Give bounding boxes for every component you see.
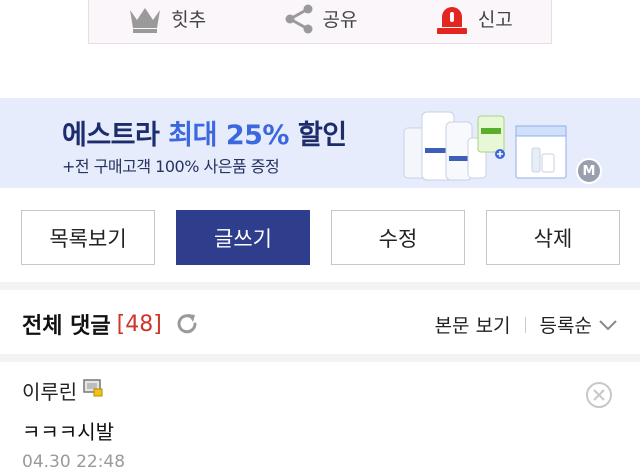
section-divider bbox=[0, 282, 640, 290]
comments-header: 전체 댓글 [48] 본문 보기 등록순 bbox=[0, 290, 640, 354]
list-button[interactable]: 목록보기 bbox=[21, 210, 155, 265]
brand-badge: M bbox=[576, 158, 602, 184]
close-circle-icon[interactable] bbox=[585, 381, 613, 413]
delete-button[interactable]: 삭제 bbox=[486, 210, 620, 265]
recommend-label: 힛추 bbox=[171, 9, 207, 31]
section-divider bbox=[0, 354, 640, 362]
refresh-icon[interactable] bbox=[174, 311, 200, 337]
author-name: 이루린 bbox=[22, 380, 78, 404]
sort-dropdown[interactable]: 등록순 bbox=[540, 311, 592, 338]
report-label: 신고 bbox=[477, 9, 513, 31]
comment-count: [48] bbox=[116, 311, 162, 337]
siren-icon bbox=[434, 3, 470, 35]
recommend-button[interactable]: 힛추 bbox=[127, 4, 206, 34]
comments-title: 전체 댓글 [48] bbox=[22, 308, 200, 340]
product-image bbox=[402, 104, 572, 188]
crown-icon bbox=[127, 4, 163, 34]
member-level-icon bbox=[83, 378, 105, 403]
promo-banner[interactable]: 에스트라 최대 25% 할인 +전 구매고객 100% 사은품 증정 M bbox=[0, 98, 640, 188]
post-action-bar: 힛추 공유 신고 bbox=[88, 0, 552, 44]
share-icon bbox=[283, 4, 315, 34]
comment-item: 이루린 ㅋㅋㅋ시발 04.30 22:48 bbox=[0, 362, 640, 472]
view-original-button[interactable]: 본문 보기 bbox=[435, 311, 511, 338]
banner-subtitle: +전 구매고객 100% 사은품 증정 bbox=[62, 157, 280, 176]
comment-text: ㅋㅋㅋ시발 bbox=[22, 420, 114, 444]
write-button[interactable]: 글쓰기 bbox=[176, 210, 310, 265]
comment-controls: 본문 보기 등록순 bbox=[435, 311, 618, 338]
edit-button[interactable]: 수정 bbox=[331, 210, 465, 265]
comments-title-label: 전체 댓글 bbox=[22, 314, 111, 339]
chevron-down-icon[interactable] bbox=[598, 318, 618, 332]
banner-title: 에스트라 최대 25% 할인 bbox=[62, 120, 347, 151]
separator bbox=[524, 316, 526, 333]
share-label: 공유 bbox=[322, 9, 358, 31]
share-button[interactable]: 공유 bbox=[283, 4, 358, 34]
board-button-row: 목록보기 글쓰기 수정 삭제 bbox=[21, 210, 620, 265]
comment-author[interactable]: 이루린 bbox=[22, 376, 105, 405]
comment-timestamp: 04.30 22:48 bbox=[22, 452, 126, 472]
report-button[interactable]: 신고 bbox=[434, 3, 513, 35]
